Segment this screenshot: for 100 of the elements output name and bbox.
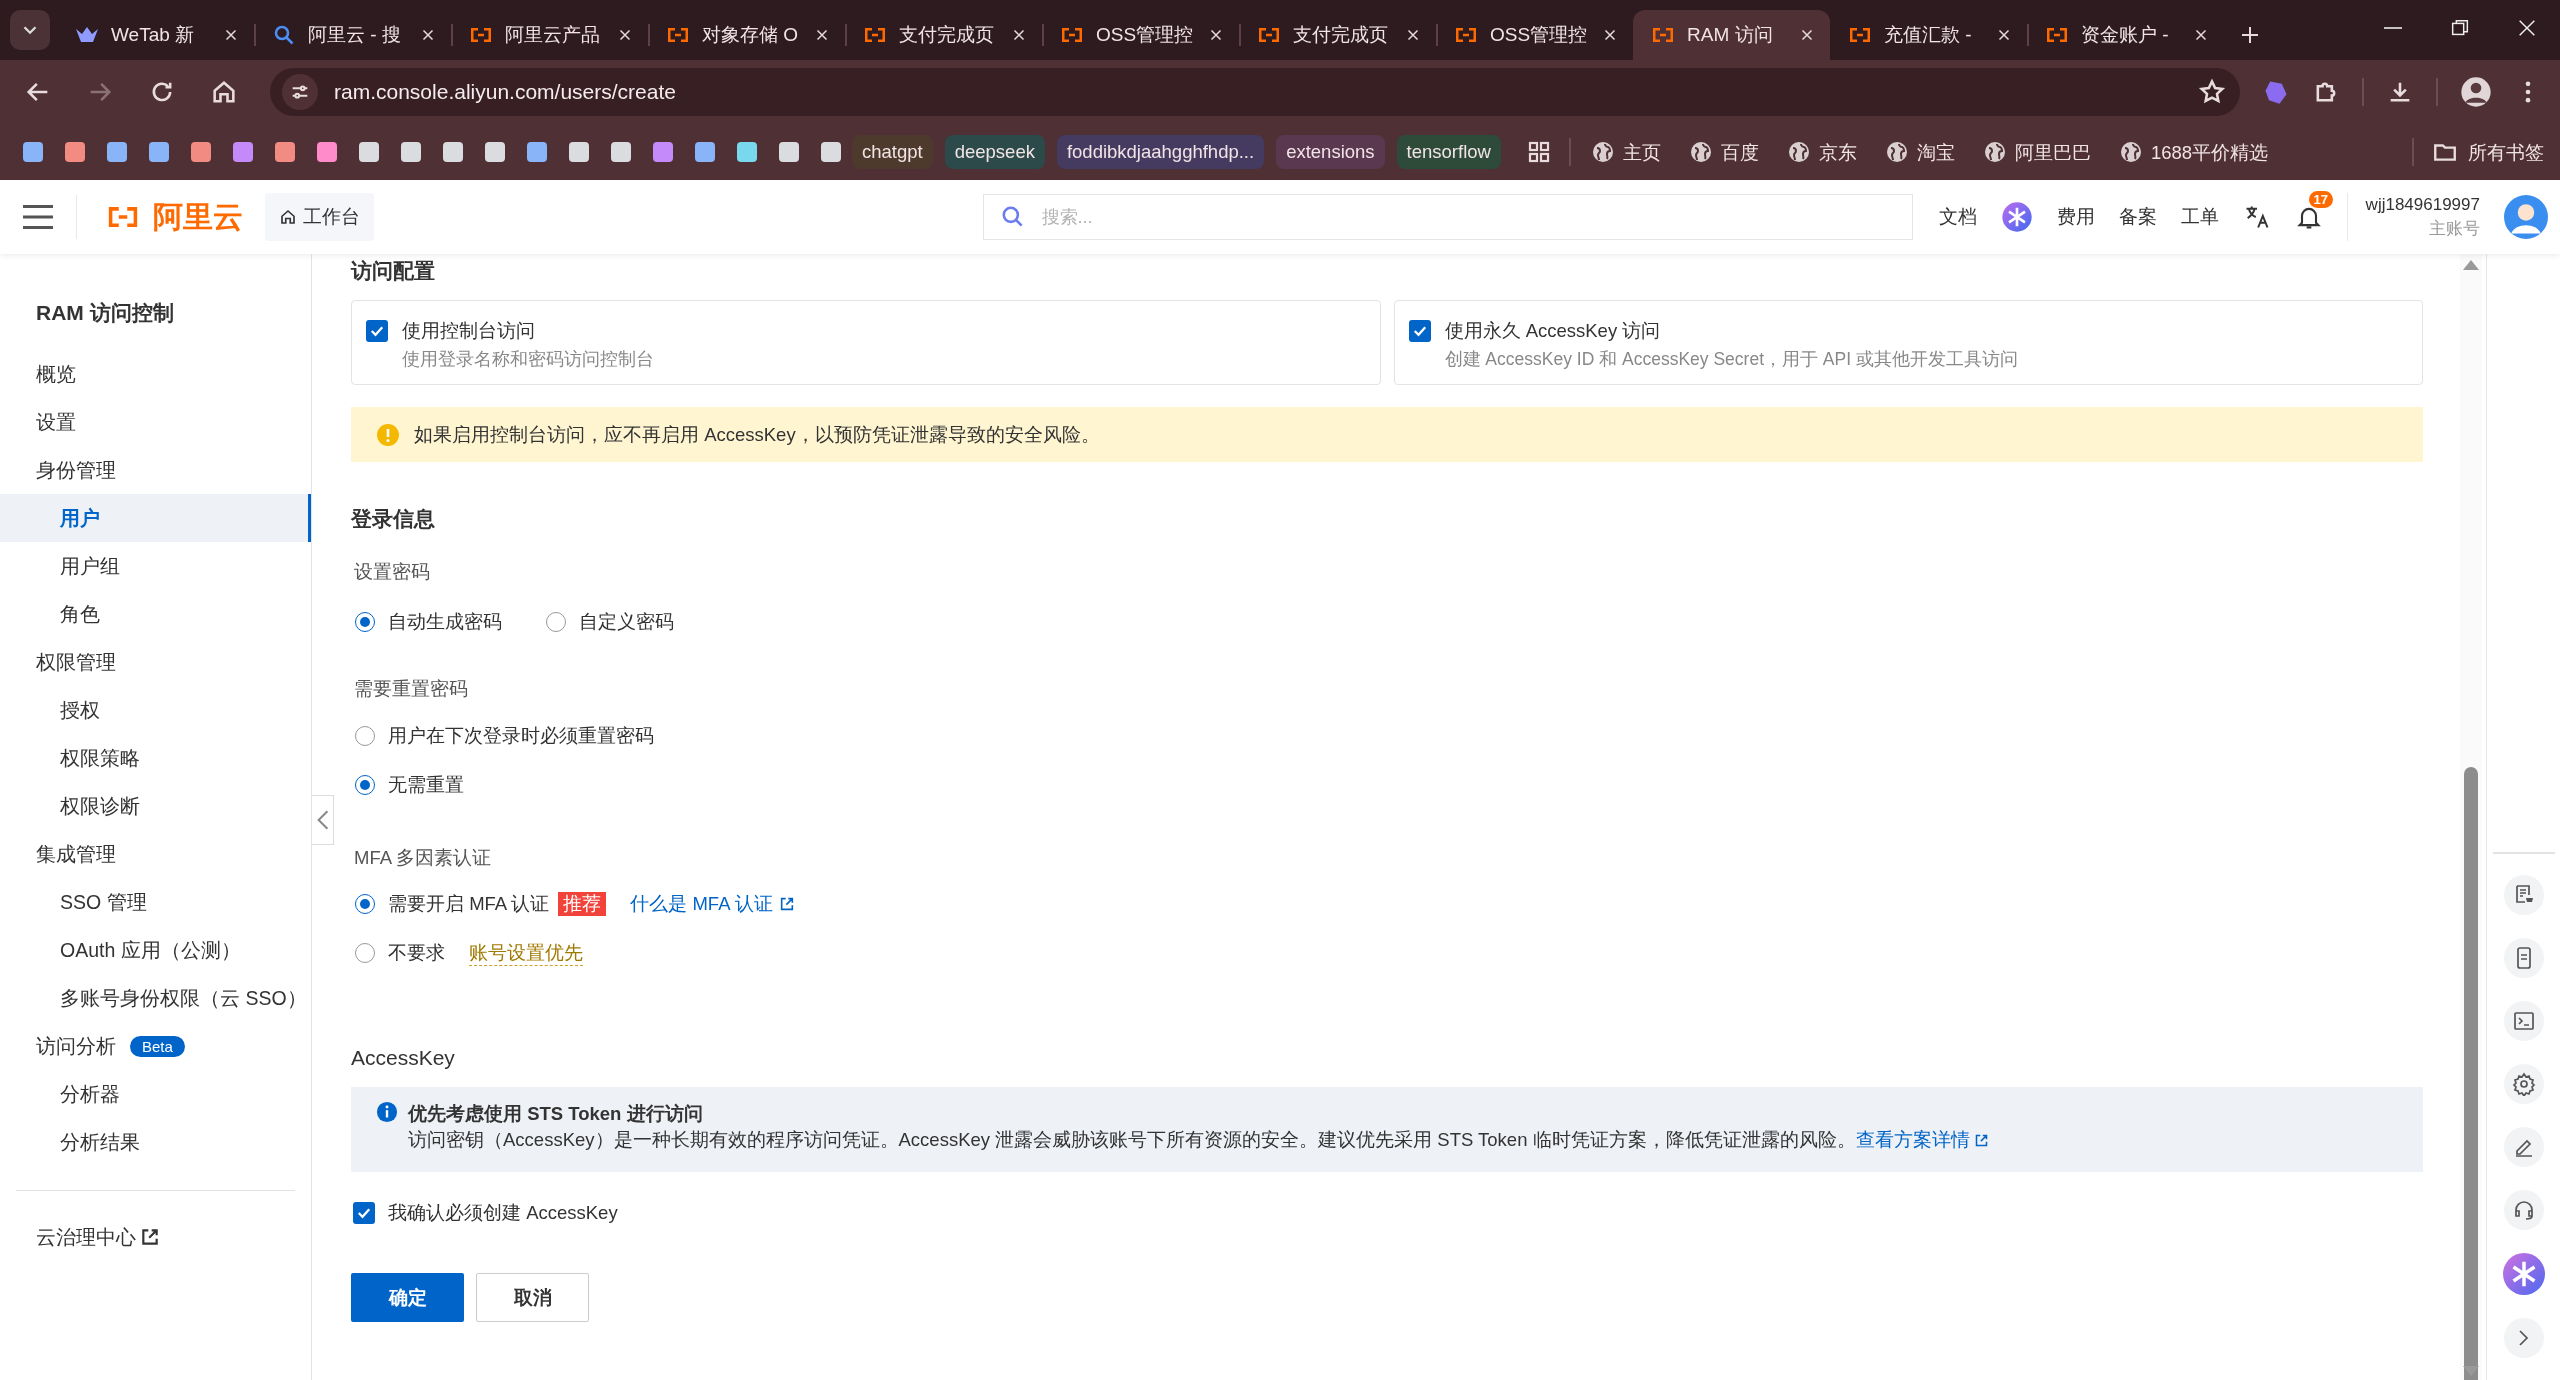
help-link[interactable]: 什么是 MFA 认证 bbox=[630, 889, 795, 919]
option-label[interactable]: 用户在下次登录时必须重置密码 bbox=[388, 721, 654, 751]
nav-item[interactable]: 用户组 bbox=[0, 542, 311, 590]
nav-item[interactable]: 分析器 bbox=[0, 1070, 311, 1118]
bookmark-chip[interactable]: chatgpt bbox=[852, 135, 933, 169]
confirm-button[interactable]: 确定 bbox=[351, 1273, 464, 1322]
bookmark-icon[interactable] bbox=[107, 142, 127, 162]
bookmark-link[interactable]: 阿里巴巴 bbox=[1978, 135, 2095, 169]
nav-item[interactable]: 权限诊断 bbox=[0, 782, 311, 830]
bookmark-chip[interactable]: deepseek bbox=[944, 135, 1045, 169]
app-button[interactable] bbox=[2503, 938, 2544, 978]
header-link[interactable]: 工单 bbox=[2180, 204, 2219, 230]
nav-item[interactable]: 权限管理 bbox=[0, 638, 311, 686]
nav-item[interactable]: 权限策略 bbox=[0, 734, 311, 782]
scroll-up-icon[interactable] bbox=[2463, 260, 2479, 270]
edit-button[interactable] bbox=[2503, 1127, 2544, 1167]
scrollbar-thumb[interactable] bbox=[2464, 767, 2478, 1380]
nav-item[interactable]: 集成管理 bbox=[0, 830, 311, 878]
nav-item[interactable]: 概览 bbox=[0, 350, 311, 398]
browser-tab[interactable]: OSS管理控 bbox=[1042, 10, 1239, 60]
bookmark-chip[interactable]: extensions bbox=[1276, 135, 1385, 169]
expand-button[interactable] bbox=[2503, 1318, 2544, 1358]
nav-item[interactable]: 授权 bbox=[0, 686, 311, 734]
option-label[interactable]: 无需重置 bbox=[388, 770, 464, 800]
option-label[interactable]: 自动生成密码 bbox=[388, 607, 502, 637]
bookmark-link[interactable]: 京东 bbox=[1782, 135, 1861, 169]
browser-tab[interactable]: 支付完成页 bbox=[845, 10, 1042, 60]
terminal-button[interactable] bbox=[2503, 1001, 2544, 1041]
browser-tab[interactable]: 阿里云产品 bbox=[451, 10, 648, 60]
bookmark-icon[interactable] bbox=[779, 142, 799, 162]
bookmark-link[interactable]: 百度 bbox=[1684, 135, 1763, 169]
cancel-button[interactable]: 取消 bbox=[476, 1273, 589, 1322]
bookmark-icon[interactable] bbox=[653, 142, 673, 162]
nav-item[interactable]: OAuth 应用（公测） bbox=[0, 926, 311, 974]
ai-assistant-icon[interactable] bbox=[2502, 1253, 2545, 1295]
tab-list-button[interactable] bbox=[10, 10, 50, 50]
search-field[interactable]: 搜索... bbox=[982, 194, 1913, 240]
browser-tab[interactable]: 充值汇款 - bbox=[1830, 10, 2027, 60]
nav-item[interactable]: 访问分析 Beta bbox=[0, 1022, 311, 1070]
nav-item[interactable]: 设置 bbox=[0, 398, 311, 446]
browser-tab[interactable]: OSS管理控 bbox=[1436, 10, 1633, 60]
browser-tab[interactable]: 阿里云 - 搜 bbox=[254, 10, 451, 60]
address-bar[interactable]: ram.console.aliyun.com/users/create bbox=[270, 68, 2240, 116]
bookmark-icon[interactable] bbox=[611, 142, 631, 162]
bookmark-icon[interactable] bbox=[233, 142, 253, 162]
nav-item[interactable]: 多账号身份权限（云 SSO） bbox=[0, 974, 311, 1022]
bookmark-icon[interactable] bbox=[485, 142, 505, 162]
browser-tab[interactable]: 支付完成页 bbox=[1239, 10, 1436, 60]
star-icon[interactable] bbox=[2198, 78, 2226, 106]
bookmark-icon[interactable] bbox=[317, 142, 337, 162]
option-label[interactable]: 不要求 bbox=[388, 938, 445, 968]
bookmark-icon[interactable] bbox=[23, 142, 43, 162]
bookmark-icon[interactable] bbox=[275, 142, 295, 162]
scrollbar[interactable] bbox=[2460, 254, 2482, 1380]
bookmark-icon[interactable] bbox=[149, 142, 169, 162]
settings-button[interactable] bbox=[2503, 1064, 2544, 1104]
user-name[interactable]: wjj1849619997 bbox=[2365, 193, 2480, 217]
bookmark-icon[interactable] bbox=[527, 142, 547, 162]
workbench-button[interactable]: 工作台 bbox=[265, 193, 374, 241]
bookmark-icon[interactable] bbox=[191, 142, 211, 162]
bookmark-icon[interactable] bbox=[65, 142, 85, 162]
browser-tab[interactable]: RAM 访问 bbox=[1633, 10, 1830, 60]
browser-tab[interactable]: WeTab 新 bbox=[57, 10, 254, 60]
hint-text[interactable]: 账号设置优先 bbox=[469, 940, 583, 966]
bookmark-chip[interactable]: tensorflow bbox=[1396, 135, 1501, 169]
user-avatar[interactable] bbox=[2504, 195, 2548, 239]
bookmark-icon[interactable] bbox=[359, 142, 379, 162]
checkbox[interactable] bbox=[353, 1202, 375, 1224]
checkbox[interactable] bbox=[1408, 320, 1431, 342]
checkbox-label[interactable]: 我确认必须创建 AccessKey bbox=[388, 1198, 618, 1228]
bookmark-link[interactable]: 1688平价精选 bbox=[2114, 135, 2273, 169]
bookmark-icon[interactable] bbox=[569, 142, 589, 162]
bookmark-icon[interactable] bbox=[401, 142, 421, 162]
option-label[interactable]: 需要开启 MFA 认证 bbox=[388, 889, 550, 919]
external-link[interactable]: 云治理中心 bbox=[36, 1215, 311, 1259]
nav-item[interactable]: 角色 bbox=[0, 590, 311, 638]
header-link[interactable]: 文档 bbox=[1938, 204, 1977, 230]
collapse-button[interactable] bbox=[312, 795, 334, 845]
checkbox[interactable] bbox=[366, 320, 388, 342]
scroll-down-icon[interactable] bbox=[2463, 1366, 2479, 1376]
bookmark-icon[interactable] bbox=[443, 142, 463, 162]
order-button[interactable] bbox=[2503, 875, 2544, 915]
header-link[interactable]: 备案 bbox=[2118, 204, 2157, 230]
header-link[interactable]: 费用 bbox=[2056, 204, 2095, 230]
ai-assistant-icon[interactable] bbox=[2000, 201, 2033, 233]
profile-avatar-icon[interactable] bbox=[2460, 76, 2492, 108]
browser-tab[interactable]: 资金账户 - bbox=[2027, 10, 2224, 60]
nav-item[interactable]: 身份管理 bbox=[0, 446, 311, 494]
menu-icon[interactable] bbox=[20, 202, 56, 232]
bookmark-link[interactable]: 主页 bbox=[1586, 135, 1665, 169]
option-label[interactable]: 自定义密码 bbox=[579, 607, 674, 637]
all-bookmarks-button[interactable]: 所有书签 bbox=[2428, 135, 2548, 169]
bookmark-icon[interactable] bbox=[695, 142, 715, 162]
bookmark-icon[interactable] bbox=[737, 142, 757, 162]
details-link[interactable]: 查看方案详情 bbox=[1855, 1127, 1989, 1153]
bookmark-chip[interactable]: foddibkdjaahgghfhdp... bbox=[1056, 135, 1265, 169]
browser-tab[interactable]: 对象存储 O bbox=[648, 10, 845, 60]
nav-item[interactable]: 分析结果 bbox=[0, 1118, 311, 1166]
bookmark-icon[interactable] bbox=[821, 142, 841, 162]
nav-item[interactable]: SSO 管理 bbox=[0, 878, 311, 926]
